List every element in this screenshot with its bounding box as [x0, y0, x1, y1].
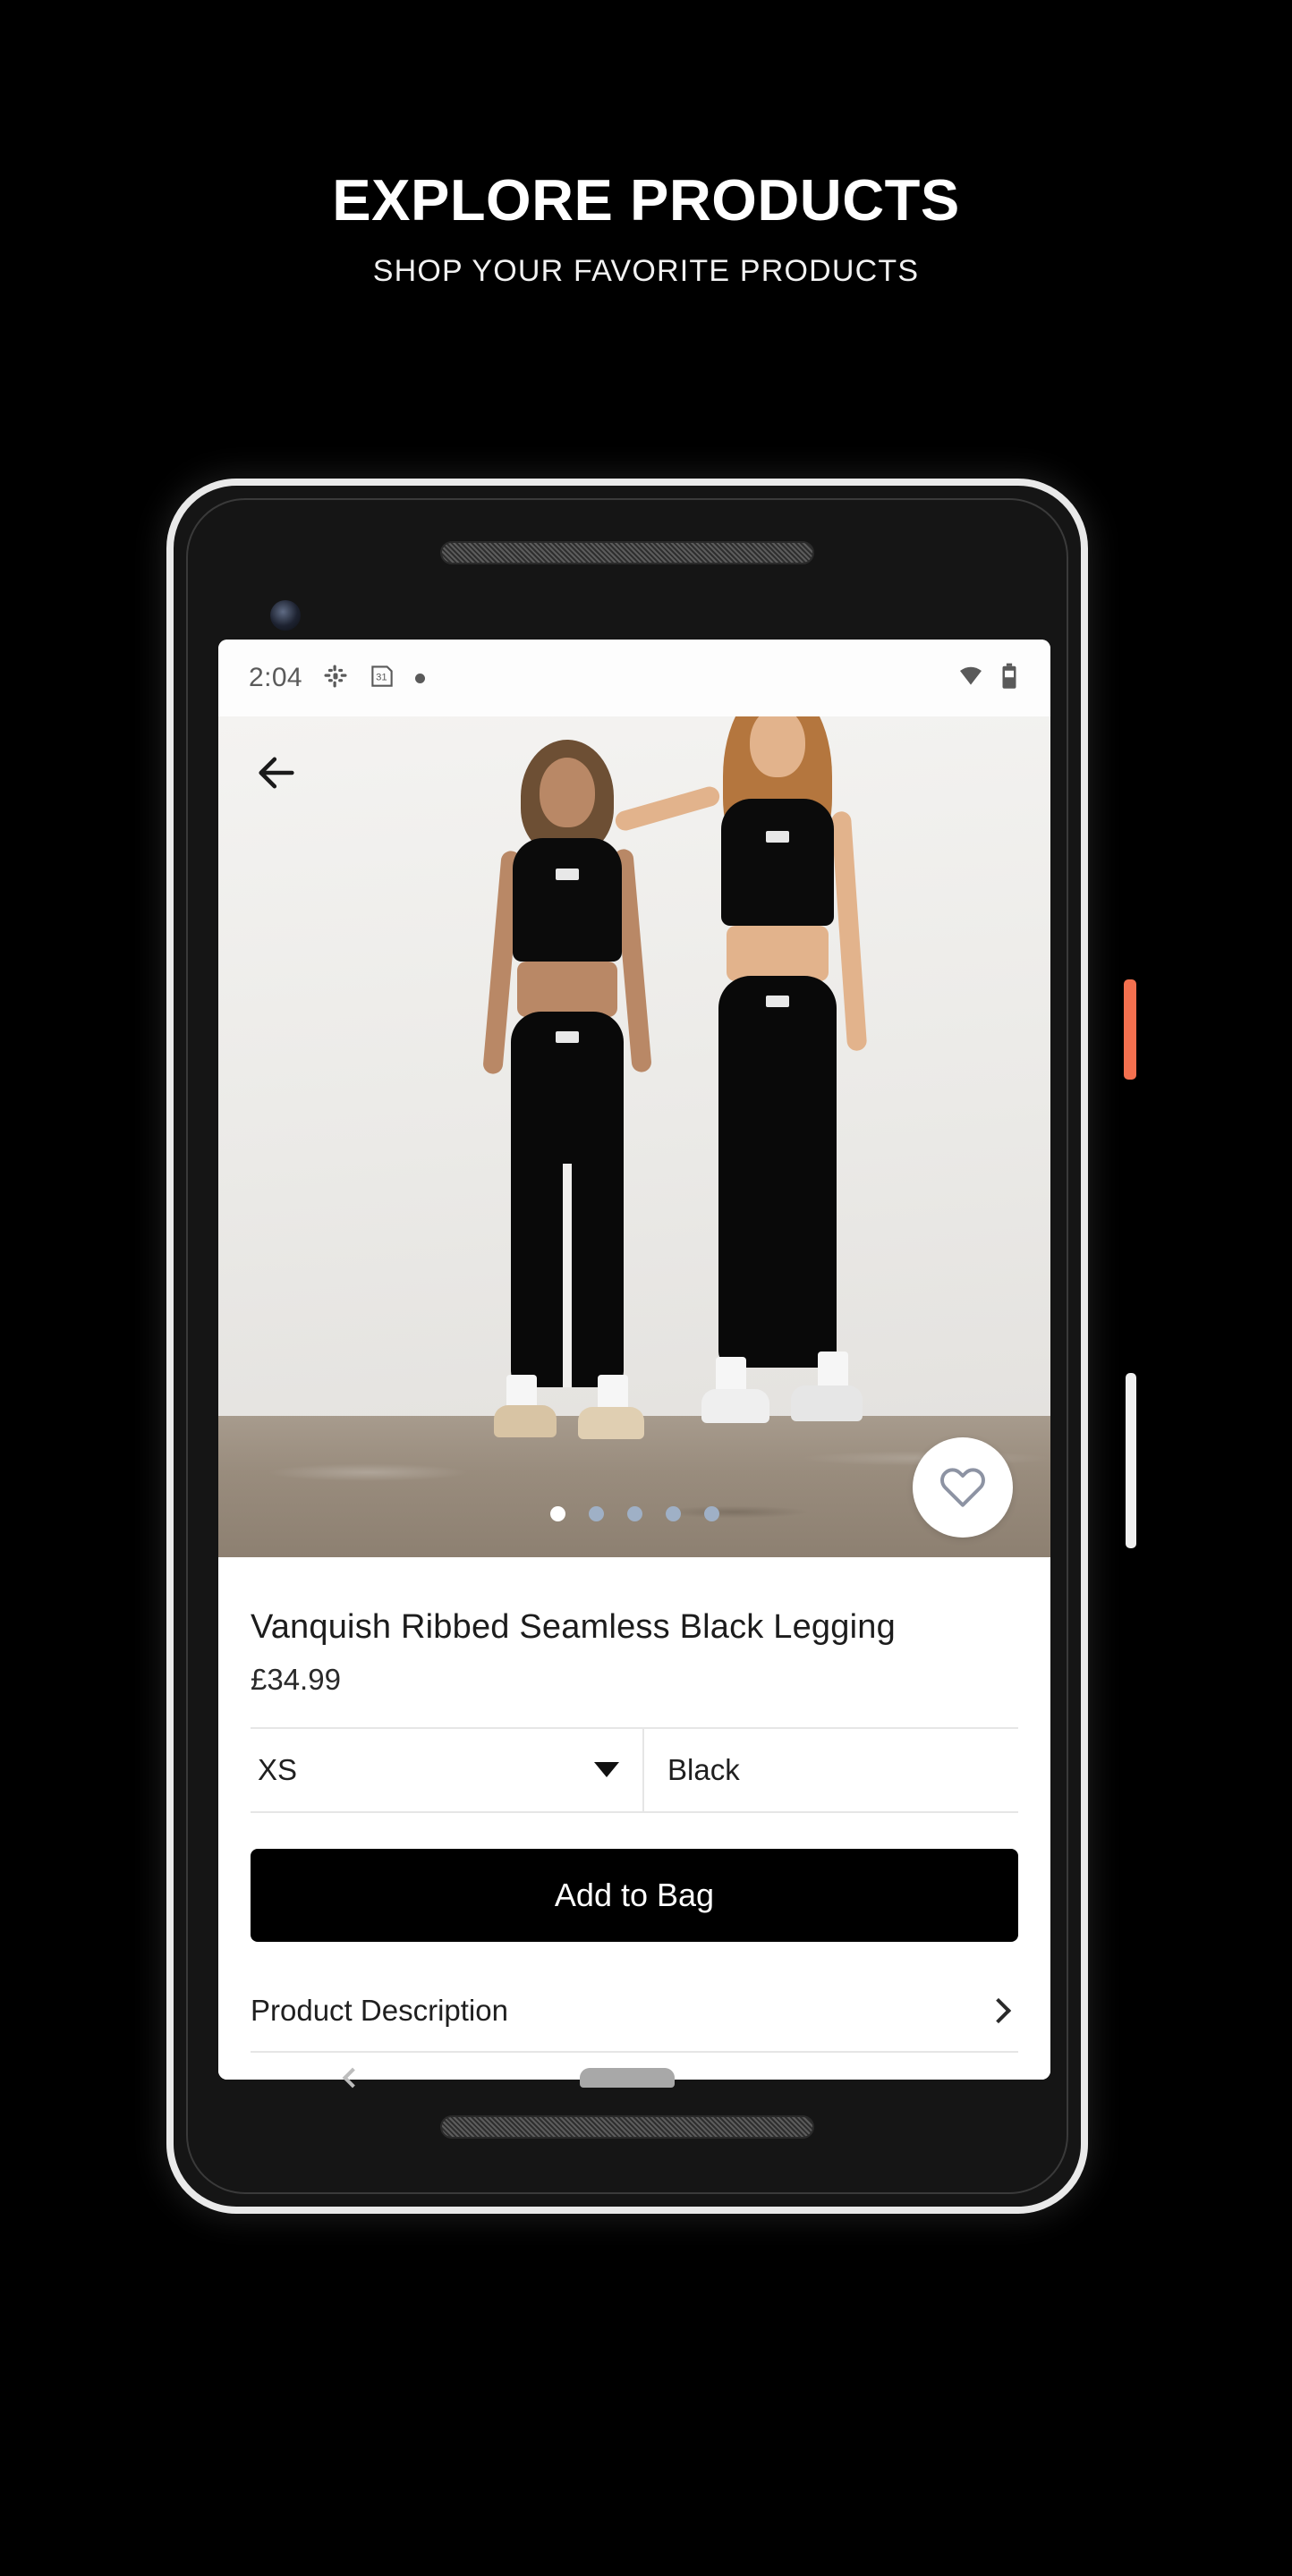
- product-description-label: Product Description: [251, 1993, 508, 2027]
- model-figure-right: [613, 716, 868, 1423]
- model-sports-bra: [513, 838, 622, 962]
- page-title: EXPLORE PRODUCTS: [332, 167, 960, 233]
- product-summary: Vanquish Ribbed Seamless Black Legging £…: [218, 1557, 1050, 1727]
- product-price: £34.99: [251, 1662, 341, 1696]
- carousel-dot-3[interactable]: [626, 1506, 642, 1521]
- model-shoe-right: [578, 1407, 644, 1439]
- carousel-dot-2[interactable]: [588, 1506, 604, 1521]
- status-bar-right: [957, 663, 1018, 694]
- heart-icon: [938, 1462, 988, 1513]
- size-selector[interactable]: XS: [251, 1728, 644, 1811]
- add-to-bag-button[interactable]: Add to Bag: [251, 1848, 1018, 1942]
- phone-body: 2:04 31 Vanquish Ribbed Seamless Black L…: [166, 479, 1088, 2214]
- promo-header: EXPLORE PRODUCTS SHOP YOUR FAVORITE PROD…: [0, 0, 1292, 289]
- bottom-speaker-icon: [440, 2115, 814, 2139]
- product-details-panel: Vanquish Ribbed Seamless Black Legging £…: [218, 1557, 1050, 2080]
- size-selector-value: XS: [258, 1752, 298, 1786]
- android-navigation-bar: [218, 2049, 1036, 2106]
- model-head: [540, 758, 595, 827]
- model-midriff: [727, 926, 829, 981]
- model-leg-gap: [563, 1164, 572, 1387]
- brand-logo-tab: [766, 831, 789, 843]
- front-camera-icon: [270, 600, 301, 631]
- model-shoe-left: [494, 1405, 557, 1437]
- model-shoe-right: [791, 1385, 863, 1421]
- product-image-carousel[interactable]: [218, 716, 1050, 1557]
- svg-text:31: 31: [376, 672, 387, 682]
- wifi-icon: [957, 665, 984, 691]
- back-arrow-icon: [253, 750, 300, 801]
- home-pill-indicator[interactable]: [580, 2068, 675, 2088]
- chevron-right-icon: [985, 1997, 1012, 2023]
- battery-icon: [1000, 663, 1018, 694]
- power-button[interactable]: [1124, 979, 1136, 1080]
- phone-mockup: 2:04 31 Vanquish Ribbed Seamless Black L…: [166, 479, 1136, 2214]
- brand-logo-tab: [556, 869, 579, 880]
- carousel-dot-1[interactable]: [549, 1506, 565, 1521]
- model-sports-bra: [721, 799, 834, 926]
- nav-back-icon[interactable]: [342, 2067, 363, 2089]
- carousel-dot-4[interactable]: [665, 1506, 681, 1521]
- chevron-down-icon: [594, 1762, 619, 1778]
- model-midriff: [517, 962, 617, 1017]
- color-selector[interactable]: Black: [644, 1729, 1018, 1811]
- model-head: [750, 716, 805, 777]
- status-time: 2:04: [249, 663, 302, 692]
- model-figure-left: [482, 740, 652, 1439]
- status-bar-left: 2:04 31: [249, 663, 425, 694]
- variant-selectors: XS Black: [251, 1726, 1018, 1813]
- favorite-button[interactable]: [913, 1437, 1013, 1538]
- color-selector-value: Black: [667, 1752, 740, 1786]
- carousel-dot-5[interactable]: [703, 1506, 719, 1521]
- product-description-row[interactable]: Product Description: [251, 1970, 1018, 2053]
- slack-icon: [322, 663, 349, 694]
- model-leggings: [718, 976, 837, 1368]
- back-button[interactable]: [247, 745, 306, 804]
- brand-logo-tab-waist: [766, 996, 789, 1007]
- brand-logo-tab-waist: [556, 1031, 579, 1043]
- calendar-icon: 31: [369, 663, 395, 694]
- page-subtitle: SHOP YOUR FAVORITE PRODUCTS: [372, 254, 920, 289]
- earpiece-speaker-icon: [440, 541, 814, 564]
- product-title: Vanquish Ribbed Seamless Black Legging: [251, 1608, 896, 1646]
- notification-dot-icon: [415, 673, 425, 683]
- status-bar: 2:04 31: [218, 640, 1050, 716]
- model-shoe-left: [701, 1389, 769, 1423]
- volume-rocker-button[interactable]: [1126, 1373, 1136, 1548]
- phone-screen: 2:04 31 Vanquish Ribbed Seamless Black L…: [218, 640, 1050, 2080]
